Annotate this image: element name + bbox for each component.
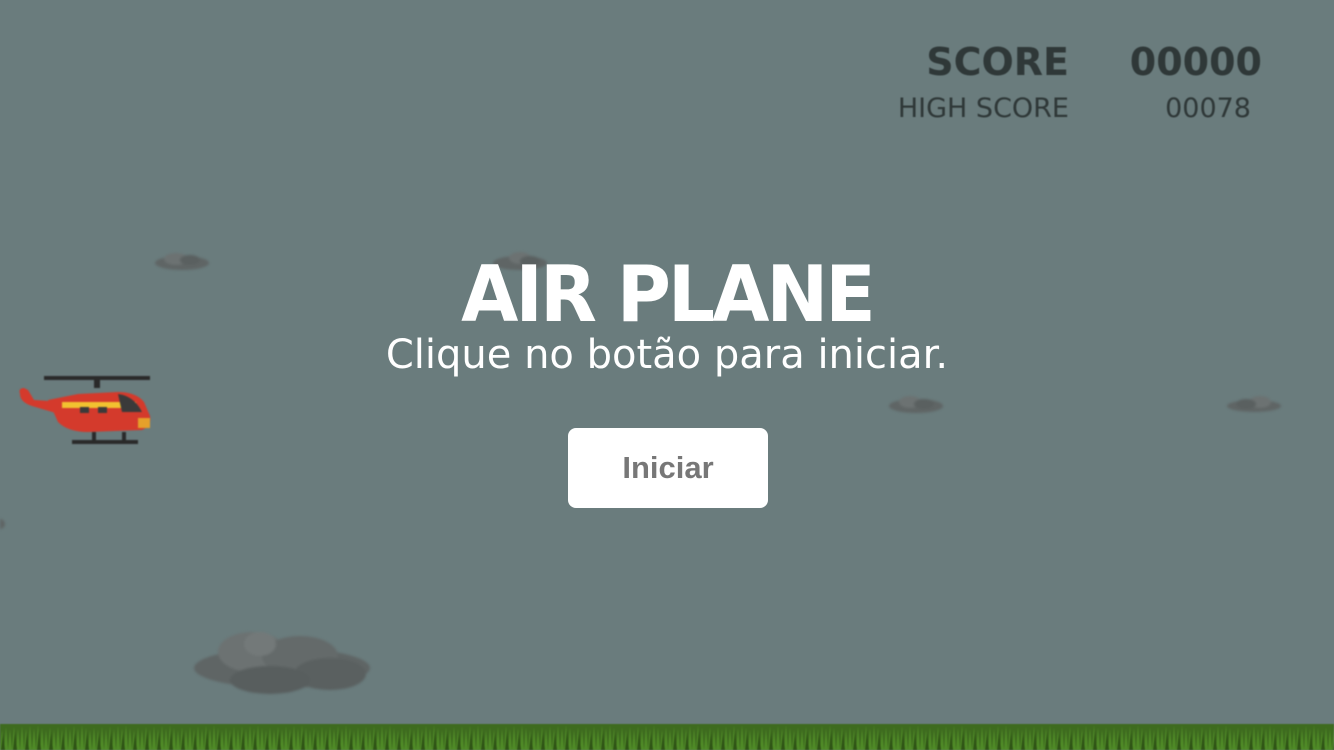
helicopter-icon xyxy=(19,376,151,444)
cloud-icon xyxy=(194,632,370,694)
game-title: AIR PLANE xyxy=(461,249,876,341)
high-score-label: HIGH SCORE xyxy=(897,93,1069,124)
start-button[interactable]: Iniciar xyxy=(568,428,768,508)
cloud-icon xyxy=(0,519,5,529)
start-instructions: Clique no botão para iniciar. xyxy=(385,332,949,378)
grass-icon xyxy=(0,724,1334,750)
cloud-icon xyxy=(889,396,943,413)
score-label: SCORE xyxy=(926,40,1069,84)
cloud-icon xyxy=(1227,396,1281,412)
high-score-value: 00078 xyxy=(1165,93,1251,124)
score-value: 00000 xyxy=(1129,40,1262,84)
game-screen: SCORE 00000 HIGH SCORE 00078 AIR PLANE C… xyxy=(0,0,1334,750)
